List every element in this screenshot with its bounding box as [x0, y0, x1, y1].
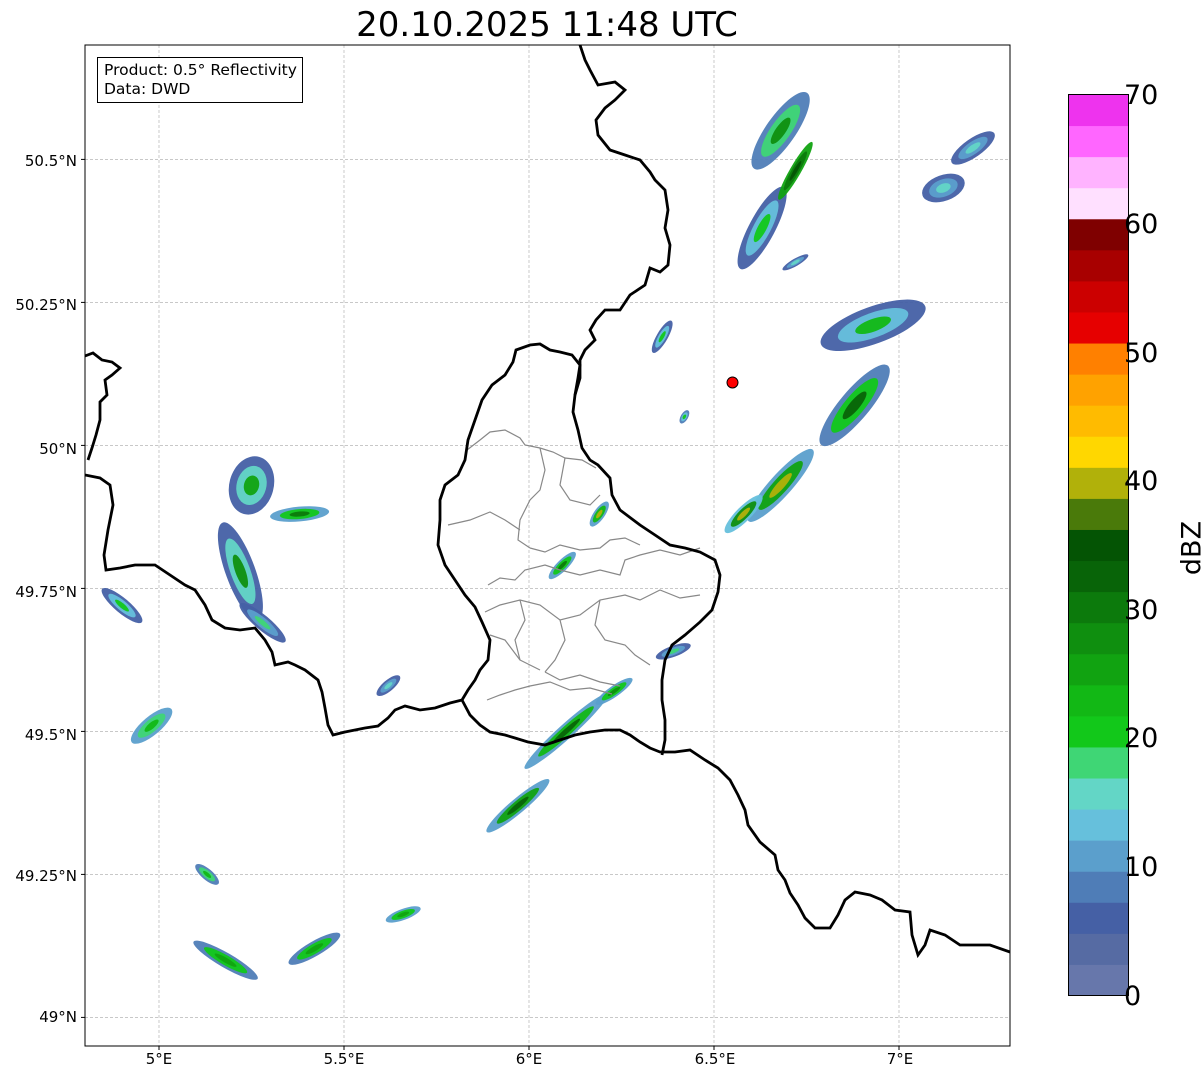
- colorbar-tick-70: 70: [1124, 80, 1159, 111]
- colorbar-tick-60: 60: [1124, 209, 1159, 240]
- colorbar-swatch: [1068, 871, 1129, 903]
- colorbar-swatch: [1068, 778, 1129, 810]
- lon-label-7: 7°E: [886, 1050, 914, 1068]
- colorbar-swatch: [1068, 653, 1129, 686]
- radar-site-marker: [726, 376, 739, 389]
- colorbar-swatch: [1068, 560, 1129, 593]
- colorbar-label: dBZ: [1176, 520, 1202, 576]
- data-source-label: Data: DWD: [104, 80, 191, 98]
- colorbar-swatch: [1068, 715, 1129, 748]
- colorbar-tick-10: 10: [1124, 852, 1159, 883]
- colorbar-swatch: [1068, 591, 1129, 624]
- lat-label-49.5: 49.5°N: [24, 726, 77, 744]
- colorbar-swatch: [1068, 436, 1129, 468]
- colorbar-swatch: [1068, 156, 1129, 189]
- colorbar-swatch: [1068, 684, 1129, 717]
- lon-label-6.5: 6.5°E: [694, 1050, 736, 1068]
- lon-label-5: 5°E: [145, 1050, 173, 1068]
- lon-label-5.5: 5.5°E: [323, 1050, 365, 1068]
- colorbar-swatch: [1068, 498, 1129, 530]
- lat-label-50.5: 50.5°N: [24, 152, 77, 170]
- colorbar-swatch: [1068, 374, 1129, 406]
- colorbar-swatch: [1068, 125, 1129, 158]
- lat-label-49.75: 49.75°N: [15, 583, 77, 601]
- lat-label-50.25: 50.25°N: [15, 296, 77, 314]
- lon-label-6: 6°E: [515, 1050, 543, 1068]
- product-label: Product: 0.5° Reflectivity: [104, 61, 297, 79]
- radar-map: [81, 44, 1011, 1050]
- colorbar-tick-30: 30: [1124, 595, 1159, 626]
- colorbar-swatch: [1068, 311, 1129, 344]
- colorbar-swatch: [1068, 529, 1129, 562]
- map-title: 20.10.2025 11:48 UTC: [356, 5, 738, 45]
- colorbar-swatch: [1068, 218, 1129, 251]
- colorbar: [1068, 94, 1129, 996]
- colorbar-tick-0: 0: [1124, 981, 1142, 1012]
- colorbar-swatch: [1068, 840, 1129, 872]
- colorbar-swatch: [1068, 187, 1129, 220]
- colorbar-swatch: [1068, 467, 1129, 499]
- colorbar-swatch: [1068, 249, 1129, 282]
- colorbar-swatch: [1068, 280, 1129, 313]
- product-info-box: Product: 0.5° Reflectivity Data: DWD: [97, 57, 303, 103]
- lat-label-50: 50°N: [39, 440, 77, 458]
- colorbar-tick-20: 20: [1124, 723, 1159, 754]
- colorbar-tick-40: 40: [1124, 466, 1159, 497]
- colorbar-swatch: [1068, 94, 1129, 127]
- colorbar-swatch: [1068, 809, 1129, 841]
- colorbar-swatch: [1068, 933, 1129, 965]
- colorbar-swatch: [1068, 343, 1129, 375]
- colorbar-swatch: [1068, 964, 1129, 996]
- colorbar-swatch: [1068, 746, 1129, 779]
- lat-label-49: 49°N: [39, 1008, 77, 1026]
- colorbar-swatch: [1068, 405, 1129, 437]
- colorbar-swatch: [1068, 902, 1129, 934]
- colorbar-swatch: [1068, 622, 1129, 655]
- colorbar-tick-50: 50: [1124, 338, 1159, 369]
- lat-label-49.25: 49.25°N: [15, 867, 77, 885]
